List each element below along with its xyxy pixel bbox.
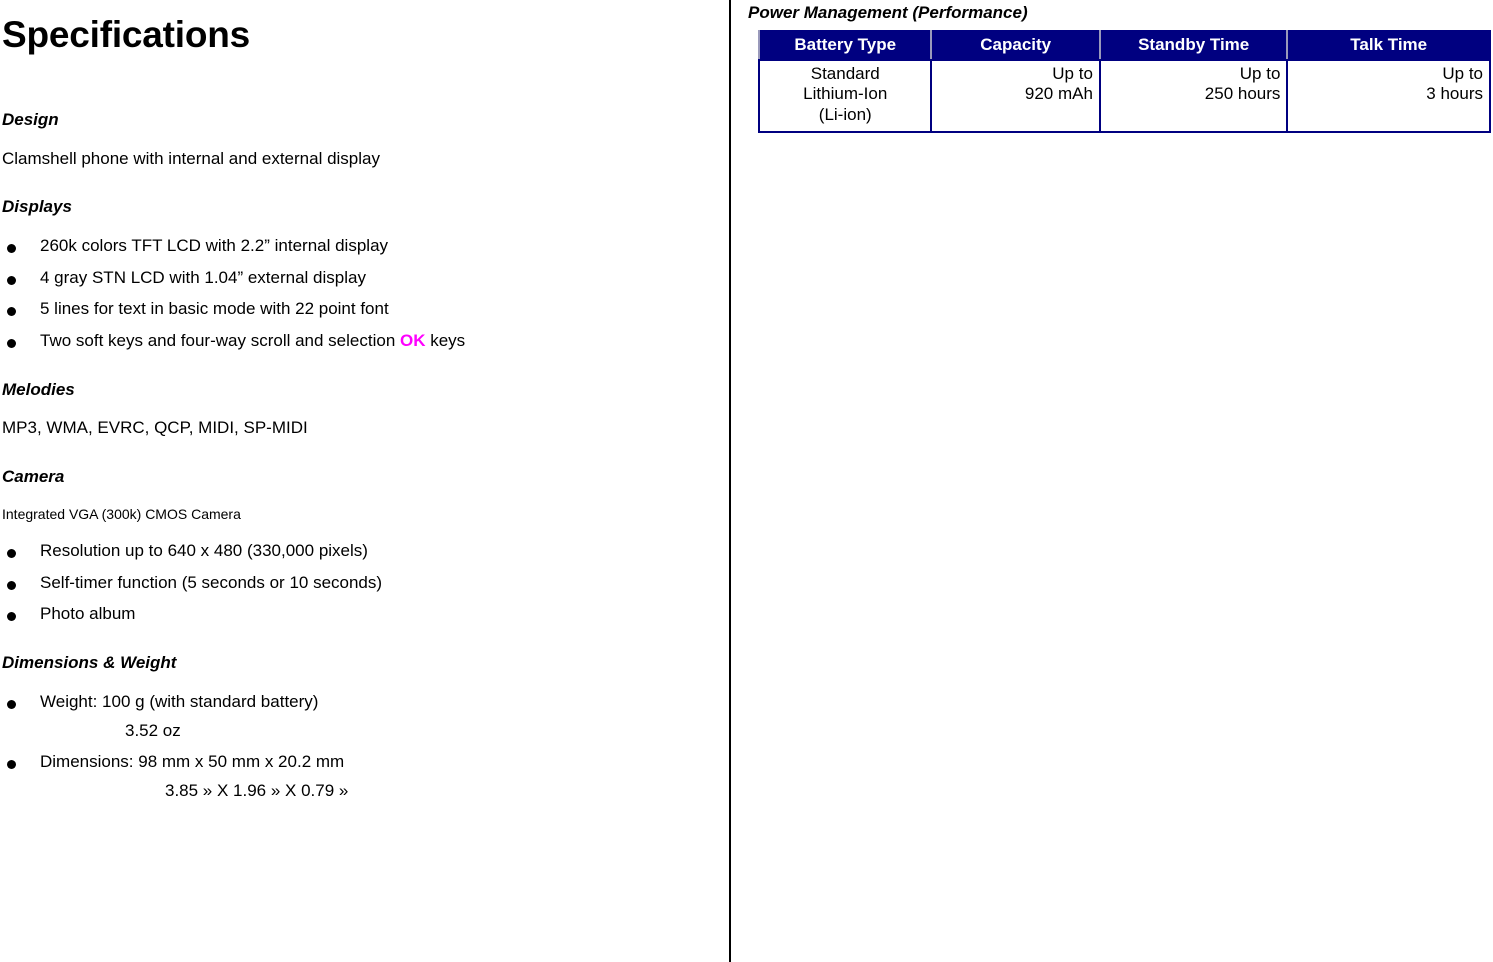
bullet-dot-icon bbox=[7, 699, 16, 709]
battery-type-line-1: Standard bbox=[810, 63, 880, 83]
column-divider bbox=[729, 0, 731, 962]
list-item-label: Photo album bbox=[40, 604, 136, 624]
ok-key-highlight: OK bbox=[400, 330, 426, 350]
list-item-label-after: keys bbox=[425, 330, 466, 350]
list-item: 260k colors TFT LCD with 2.2” internal d… bbox=[0, 235, 722, 256]
cell-talk-time: Up to 3 hours bbox=[1286, 58, 1491, 133]
design-description: Clamshell phone with internal and extern… bbox=[2, 148, 380, 168]
battery-type-line-2: Lithium-Ion bbox=[803, 84, 888, 104]
list-item-label: Self-timer function (5 seconds or 10 sec… bbox=[40, 572, 383, 592]
column-header-capacity: Capacity bbox=[931, 30, 1101, 61]
cell-standby-time: Up to 250 hours bbox=[1098, 58, 1289, 133]
list-item-label: Dimensions: 98 mm x 50 mm x 20.2 mm bbox=[40, 752, 345, 772]
power-management-table: Battery Type Capacity Standby Time Talk … bbox=[757, 29, 1491, 133]
list-item: Photo album bbox=[0, 605, 722, 624]
list-item-label: 5 lines for text in basic mode with 22 p… bbox=[40, 299, 389, 319]
table-body: Standard Lithium-Ion (Li-ion) Up to 920 … bbox=[757, 58, 1491, 133]
battery-type-line-3: (Li-ion) bbox=[818, 105, 872, 125]
column-header-battery-type: Battery Type bbox=[757, 30, 933, 61]
capacity-line-2: 920 mAh bbox=[1024, 84, 1093, 104]
bullet-dot-icon bbox=[7, 760, 16, 770]
talk-line-1: Up to bbox=[1442, 63, 1483, 83]
standby-line-1: Up to bbox=[1239, 63, 1281, 83]
list-item: Resolution up to 640 x 480 (330,000 pixe… bbox=[0, 541, 722, 561]
column-header-talk-time: Talk Time bbox=[1287, 30, 1491, 61]
list-item-label: Resolution up to 640 x 480 (330,000 pixe… bbox=[40, 541, 368, 561]
left-column: Specifications Design Clamshell phone wi… bbox=[0, 0, 722, 962]
list-item-ok-keys: Two soft keys and four-way scroll and se… bbox=[0, 330, 722, 351]
page-title: Specifications bbox=[2, 14, 251, 55]
list-item-label-before: Two soft keys and four-way scroll and se… bbox=[40, 330, 400, 350]
section-heading-camera: Camera bbox=[2, 467, 65, 487]
list-item: Self-timer function (5 seconds or 10 sec… bbox=[0, 572, 722, 593]
bullet-dot-icon bbox=[7, 307, 16, 317]
bullet-dot-icon bbox=[7, 580, 16, 590]
bullet-dot-icon bbox=[7, 549, 16, 559]
camera-bullet-list: Resolution up to 640 x 480 (330,000 pixe… bbox=[0, 541, 722, 624]
displays-bullet-list: 260k colors TFT LCD with 2.2” internal d… bbox=[0, 235, 722, 351]
list-item: 4 gray STN LCD with 1.04” external displ… bbox=[0, 267, 722, 288]
camera-description: Integrated VGA (300k) CMOS Camera bbox=[2, 505, 241, 522]
melodies-description: MP3, WMA, EVRC, QCP, MIDI, SP-MIDI bbox=[2, 418, 308, 438]
capacity-line-1: Up to bbox=[1052, 63, 1093, 83]
dimensions-imperial-value: 3.85 » X 1.96 » X 0.79 » bbox=[165, 780, 349, 800]
table-header-row: Battery Type Capacity Standby Time Talk … bbox=[757, 30, 1491, 61]
section-heading-displays: Displays bbox=[2, 197, 72, 217]
list-item-label: Weight: 100 g (with standard battery) bbox=[40, 691, 319, 711]
power-management-title: Power Management (Performance) bbox=[748, 3, 1028, 22]
cell-capacity: Up to 920 mAh bbox=[930, 58, 1101, 133]
cell-battery-type: Standard Lithium-Ion (Li-ion) bbox=[757, 58, 933, 133]
table-header: Battery Type Capacity Standby Time Talk … bbox=[757, 30, 1491, 61]
standby-line-2: 250 hours bbox=[1204, 84, 1281, 104]
list-item-weight: Weight: 100 g (with standard battery) bbox=[0, 691, 722, 712]
bullet-dot-icon bbox=[7, 275, 16, 285]
column-header-standby-time: Standby Time bbox=[1099, 30, 1289, 61]
bullet-dot-icon bbox=[7, 338, 16, 348]
list-item-label: 4 gray STN LCD with 1.04” external displ… bbox=[40, 267, 366, 287]
section-heading-design: Design bbox=[2, 109, 59, 129]
section-heading-dimensions-weight: Dimensions & Weight bbox=[2, 653, 177, 673]
weight-imperial-value: 3.52 oz bbox=[125, 720, 181, 740]
section-heading-melodies: Melodies bbox=[2, 379, 75, 399]
dimensions-bullet-list: Weight: 100 g (with standard battery) 3.… bbox=[0, 691, 722, 801]
talk-line-2: 3 hours bbox=[1426, 84, 1483, 104]
list-item-dimensions: Dimensions: 98 mm x 50 mm x 20.2 mm bbox=[0, 752, 722, 772]
specifications-page: Specifications Design Clamshell phone wi… bbox=[0, 0, 1493, 962]
right-column: Power Management (Performance) Battery T… bbox=[740, 0, 1493, 962]
bullet-dot-icon bbox=[7, 612, 16, 622]
bullet-dot-icon bbox=[7, 243, 16, 253]
table-row: Standard Lithium-Ion (Li-ion) Up to 920 … bbox=[757, 58, 1491, 133]
list-item-label: 260k colors TFT LCD with 2.2” internal d… bbox=[40, 235, 389, 255]
list-item: 5 lines for text in basic mode with 22 p… bbox=[0, 299, 722, 319]
